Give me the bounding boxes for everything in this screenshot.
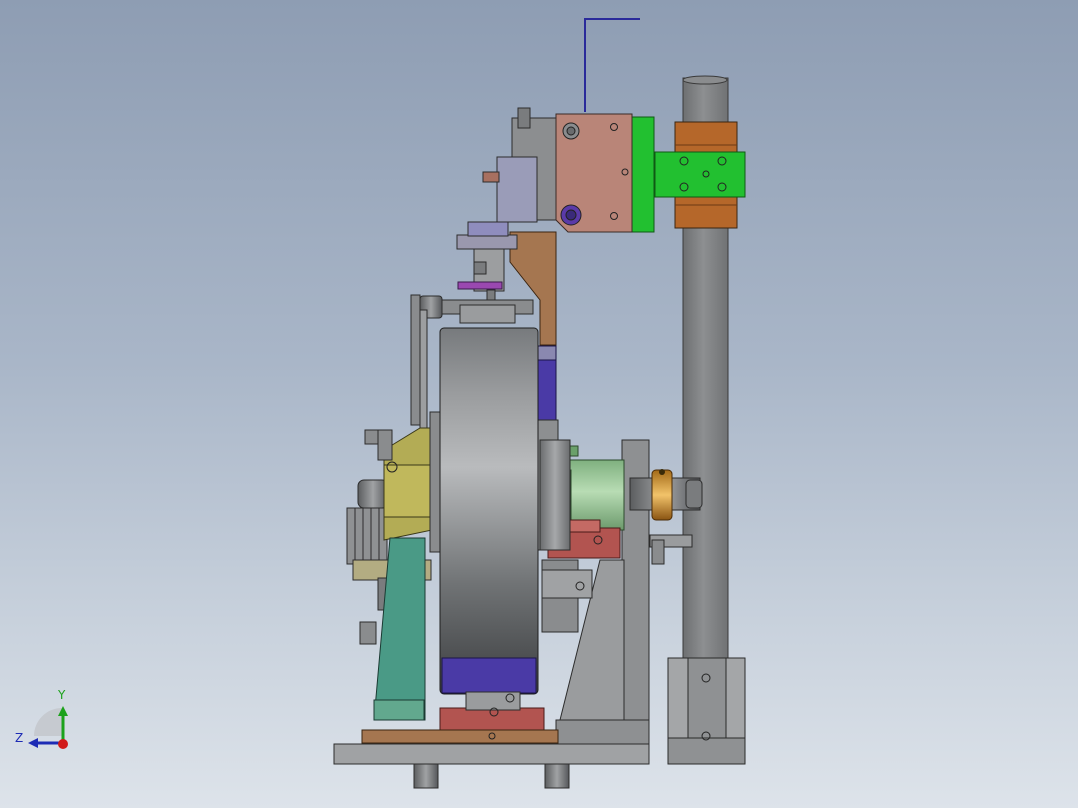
guide-assembly[interactable] xyxy=(456,221,518,311)
cad-viewport[interactable]: Y Z xyxy=(0,0,1078,808)
triad-view-arc xyxy=(34,708,62,736)
left-frame-column[interactable] xyxy=(410,294,428,431)
axis-z-label: Z xyxy=(15,731,24,745)
tension-roller[interactable] xyxy=(412,295,534,324)
axis-y-label: Y xyxy=(58,688,66,702)
post-base-block[interactable] xyxy=(667,657,746,765)
x-axis-dot xyxy=(58,739,68,749)
z-axis-arrow xyxy=(28,738,38,748)
yellow-gearbox[interactable] xyxy=(377,427,433,541)
green-bracket-arm[interactable] xyxy=(654,151,746,198)
wire-rod[interactable] xyxy=(584,18,640,112)
base-feet[interactable] xyxy=(413,763,570,789)
axis-triad xyxy=(28,706,68,749)
green-mount-plate[interactable] xyxy=(631,116,655,233)
upper-housing[interactable] xyxy=(482,107,558,223)
mauve-mount-plate[interactable] xyxy=(555,113,633,233)
cad-model-view[interactable] xyxy=(0,0,1078,808)
red-base-block[interactable] xyxy=(439,691,545,733)
